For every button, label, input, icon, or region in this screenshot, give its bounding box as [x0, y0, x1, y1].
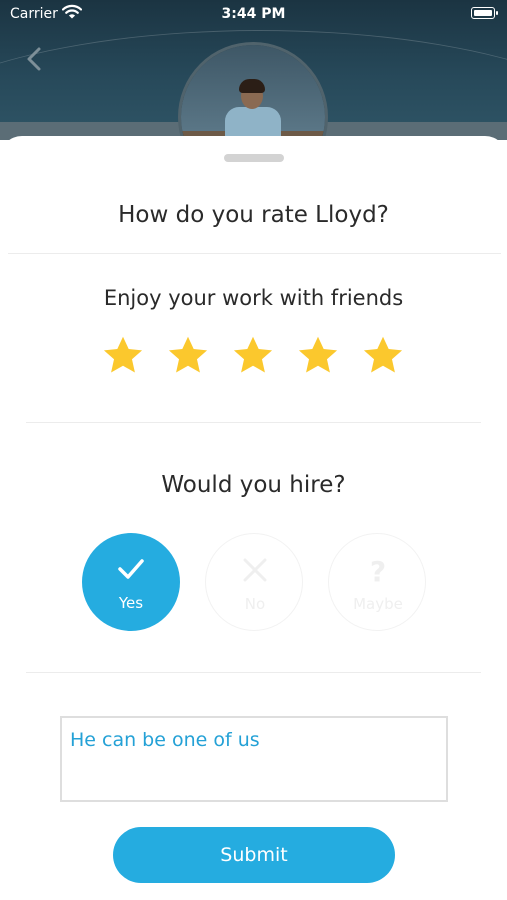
rating-sheet: How do you rate Lloyd? Enjoy your work w…	[0, 136, 507, 900]
close-icon	[243, 558, 267, 582]
sheet-title: How do you rate Lloyd?	[118, 202, 389, 228]
star-rating[interactable]	[100, 334, 410, 378]
divider	[8, 253, 501, 254]
hire-option-label: No	[244, 595, 266, 613]
back-button[interactable]	[20, 44, 50, 74]
star-icon[interactable]	[360, 334, 406, 378]
status-time: 3:44 PM	[221, 6, 286, 22]
hire-question: Would you hire?	[161, 472, 346, 498]
status-bar: Carrier 3:44 PM	[0, 0, 507, 28]
hire-option-yes[interactable]: Yes	[82, 533, 180, 631]
star-icon[interactable]	[230, 334, 276, 378]
drag-handle[interactable]	[224, 154, 284, 162]
divider	[26, 672, 481, 673]
question-icon: ?	[370, 555, 386, 586]
hire-option-label: Maybe	[353, 595, 403, 613]
battery-icon	[471, 7, 498, 19]
svg-text:?: ?	[370, 555, 386, 586]
check-icon	[118, 559, 144, 579]
comment-value: He can be one of us	[70, 729, 260, 751]
comment-field[interactable]: He can be one of us	[60, 716, 448, 802]
rating-label: Enjoy your work with friends	[103, 286, 404, 310]
star-icon[interactable]	[100, 334, 146, 378]
submit-button[interactable]: Submit	[113, 827, 395, 883]
star-icon[interactable]	[295, 334, 341, 378]
hire-option-maybe[interactable]: ? Maybe	[328, 533, 426, 631]
star-icon[interactable]	[165, 334, 211, 378]
hire-option-no[interactable]: No	[205, 533, 303, 631]
hire-option-label: Yes	[118, 594, 144, 612]
divider	[26, 422, 481, 423]
